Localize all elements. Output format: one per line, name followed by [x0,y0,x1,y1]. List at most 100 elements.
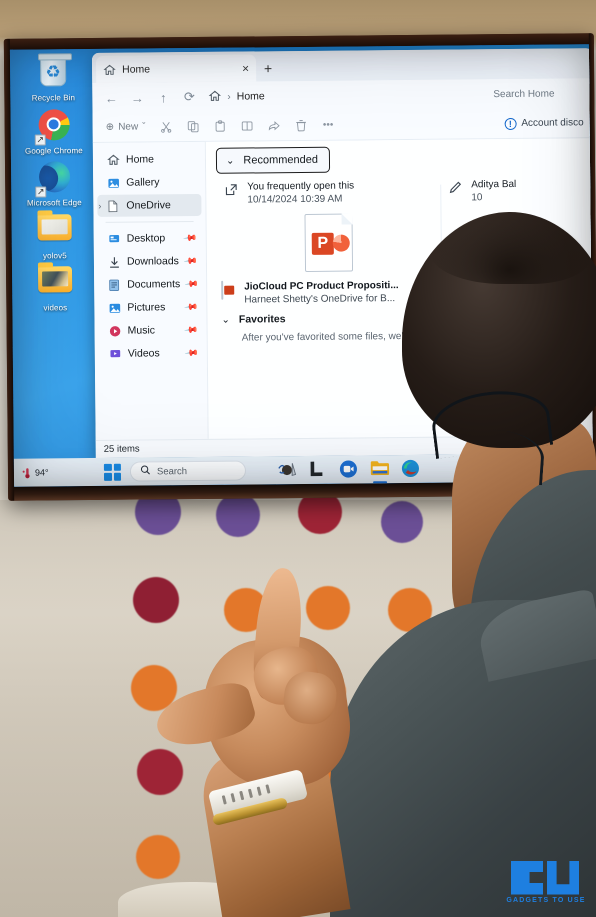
copy-button[interactable] [180,114,207,138]
search-icon [140,464,151,478]
desktop-icon [108,232,121,245]
sidebar-item-desktop[interactable]: Desktop 📌 [98,227,202,250]
cut-button[interactable] [153,115,180,139]
new-tab-button[interactable]: + [256,60,280,81]
desktop-icon-label: Google Chrome [24,145,83,156]
card-header-line2: 10 [471,192,483,204]
sidebar-item-label: Gallery [126,176,160,189]
pencil-edit-icon [448,180,462,194]
chevron-down-icon: ⌄ [225,155,235,167]
desktop-icon-microsoft-edge[interactable]: ↗ Microsoft Edge [17,161,91,208]
desktop-icon-label: Recycle Bin [31,93,76,103]
desktop-icon-yolov5[interactable]: yolov5 [17,213,91,261]
navigation-pane: Home Gallery › OneDrive Desktop 📌 Downlo… [92,141,208,440]
chevron-right-icon[interactable]: › [98,201,101,211]
widgets-icon[interactable] [277,460,297,480]
sidebar-item-music[interactable]: Music 📌 [98,319,202,342]
refresh-button[interactable]: ⟳ [176,85,202,109]
taskbar-apps [277,459,421,480]
google-chrome-icon: ↗ [33,108,73,146]
pin-icon[interactable]: 📌 [184,276,200,292]
close-icon[interactable]: × [242,61,249,75]
pin-icon[interactable]: 📌 [183,322,199,338]
folder-icon [34,213,74,250]
taskbar-search-input[interactable]: Search [129,460,247,482]
wall-dot [216,493,260,537]
desktop-icon-label: Microsoft Edge [26,198,82,208]
new-button-label: New [118,121,139,133]
forward-button[interactable]: → [124,85,150,109]
rename-button[interactable] [234,114,261,138]
recycle-bin-icon [33,56,73,92]
teams-icon[interactable] [339,459,359,479]
sidebar-item-downloads[interactable]: Downloads 📌 [98,250,202,273]
onedrive-file-icon [107,199,120,212]
sidebar-item-gallery[interactable]: Gallery [97,171,201,194]
recommended-section-toggle[interactable]: ⌄ Recommended [215,146,331,174]
tab-home[interactable]: Home × [95,54,257,83]
desktop-icon-label: yolov5 [42,250,67,260]
person-hair [430,214,590,284]
breadcrumb-label: Home [236,90,265,103]
plus-circle-icon: ⊕ [105,121,115,133]
up-button[interactable]: ↑ [150,85,176,109]
open-external-icon [224,183,238,197]
new-button[interactable]: ⊕ New ˇ [99,115,153,140]
wall-dot [381,501,423,543]
desktop-icon-label: videos [43,303,68,313]
sidebar-item-label: Pictures [127,301,166,314]
home-icon [107,153,120,166]
desktop-icon-recycle-bin[interactable]: Recycle Bin [16,56,90,103]
sidebar-item-label: OneDrive [126,199,171,212]
paste-button[interactable] [207,114,234,138]
home-icon [208,89,222,104]
card-file-location: Harneet Shetty's OneDrive for B... [244,293,396,306]
powerpoint-file-icon: P [304,213,354,272]
microsoft-edge-icon: ↗ [34,161,74,198]
wall-dot [136,835,180,879]
tab-label: Home [122,62,151,76]
card-header-line1: Aditya Bal [471,178,517,191]
weather-temperature: 94° [34,467,49,478]
search-input[interactable]: Search Home [493,82,587,106]
sidebar-item-onedrive[interactable]: › OneDrive [97,193,202,217]
weather-widget[interactable]: 94° [14,466,76,479]
pin-icon[interactable]: 📌 [183,299,199,315]
chevron-down-icon: ⌄ [221,314,230,326]
breadcrumb[interactable]: › Home [202,82,493,109]
account-status[interactable]: ! Account disco [504,117,587,130]
powerpoint-file-icon [221,280,237,300]
desktop-icon-videos[interactable]: videos [18,266,92,313]
sidebar-item-videos[interactable]: Videos 📌 [99,342,203,365]
pin-icon[interactable]: 📌 [183,253,198,269]
sidebar-item-label: Music [127,324,156,337]
delete-button[interactable] [288,113,315,137]
favorites-label: Favorites [238,313,286,326]
documents-icon [108,278,121,291]
desktop-icons: Recycle Bin ↗ Google Chrome ↗ Microsoft … [16,53,93,319]
sidebar-item-home[interactable]: Home [97,148,201,171]
sidebar-item-label: Documents [127,278,181,291]
app-l-icon[interactable] [308,460,328,480]
sidebar-item-pictures[interactable]: Pictures 📌 [98,296,202,319]
recommended-card[interactable]: You frequently open this 10/14/2024 10:3… [216,179,441,307]
more-options-button[interactable]: ••• [315,113,342,137]
start-button[interactable] [103,463,122,481]
desktop-icon-google-chrome[interactable]: ↗ Google Chrome [16,108,90,156]
sidebar-item-documents[interactable]: Documents 📌 [98,273,202,296]
pin-icon[interactable]: 📌 [182,230,198,246]
share-button[interactable] [261,114,288,138]
edge-icon[interactable] [401,459,421,479]
file-explorer-icon[interactable] [370,459,390,479]
videos-icon [109,347,122,360]
card-header: You frequently open this 10/14/2024 10:3… [216,179,440,207]
pin-icon[interactable]: 📌 [183,345,199,361]
music-icon [109,324,122,337]
weather-icon [22,467,32,479]
account-status-label: Account disco [521,117,584,129]
card-header-line2: 10/14/2024 10:39 AM [247,193,343,206]
back-button[interactable]: ← [98,86,124,110]
sidebar-item-label: Videos [127,347,160,360]
watermark-text: GADGETS TO USE [506,896,586,904]
folder-icon [35,266,75,302]
